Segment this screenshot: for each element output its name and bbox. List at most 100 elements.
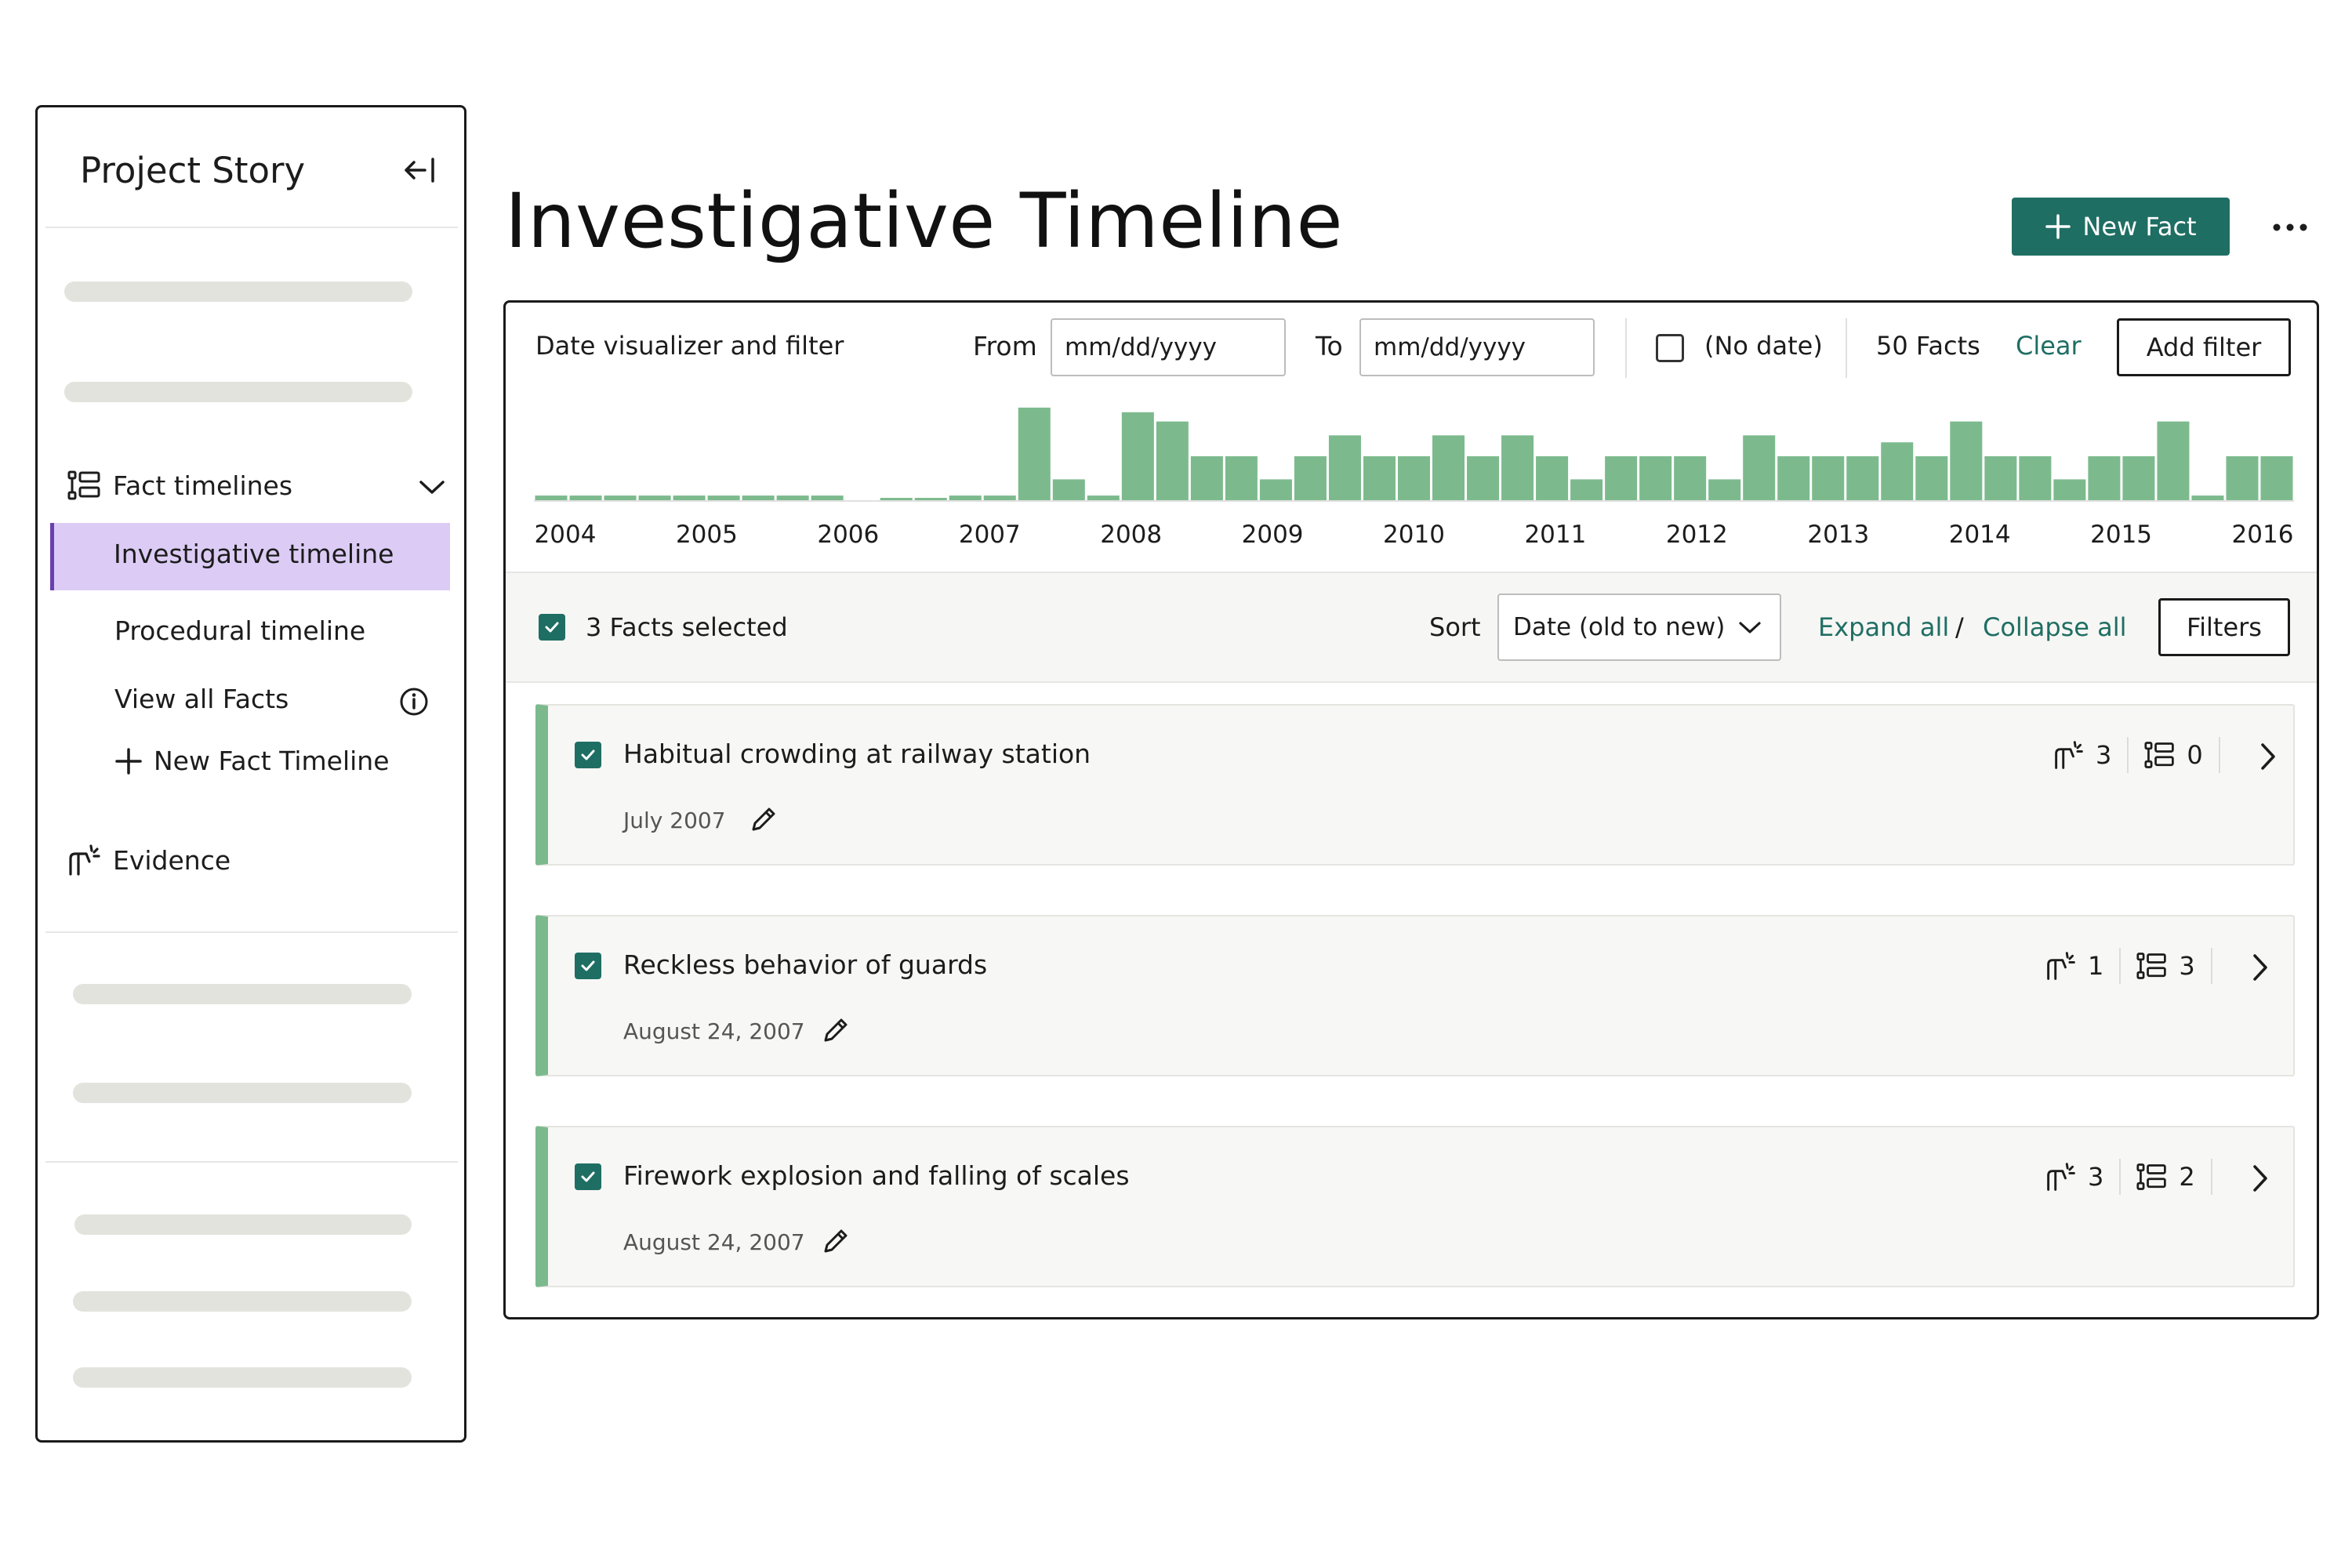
chevron-right-icon[interactable] <box>2251 1163 2270 1193</box>
histogram-bar[interactable] <box>742 495 775 500</box>
fact-card[interactable]: Firework explosion and falling of scales… <box>535 1126 2295 1287</box>
histogram-bar[interactable] <box>1190 456 1223 500</box>
histogram-bar[interactable] <box>604 495 637 500</box>
collapse-all-link[interactable]: Collapse all <box>1983 612 2127 642</box>
histogram-bar[interactable] <box>1950 421 1983 500</box>
fact-card[interactable]: Reckless behavior of guards August 24, 2… <box>535 915 2295 1076</box>
fact-checkbox[interactable] <box>575 742 601 768</box>
chevron-right-icon[interactable] <box>2259 742 2278 771</box>
histogram-year-label: 2010 <box>1383 521 1445 549</box>
fact-meta: 3 2 <box>2045 1157 2228 1196</box>
chevron-down-icon[interactable] <box>418 477 446 496</box>
histogram-bar[interactable] <box>1639 456 1672 500</box>
histogram-bar[interactable] <box>1052 479 1085 500</box>
histogram-bar[interactable] <box>1225 456 1258 500</box>
timeline-count: 2 <box>2179 1162 2195 1192</box>
clear-link[interactable]: Clear <box>2016 331 2082 361</box>
histogram-bar[interactable] <box>2019 456 2052 500</box>
histogram-bar[interactable] <box>2157 421 2190 500</box>
filters-button[interactable]: Filters <box>2158 598 2290 656</box>
from-date-input[interactable] <box>1051 318 1286 376</box>
timeline-icon <box>67 470 102 501</box>
sidebar-section-fact-timelines[interactable]: Fact timelines <box>67 470 292 501</box>
histogram-bar[interactable] <box>1328 435 1361 500</box>
edit-icon[interactable] <box>821 1014 852 1045</box>
histogram-bar[interactable] <box>1087 495 1120 500</box>
to-date-input[interactable] <box>1359 318 1595 376</box>
check-icon <box>581 750 595 760</box>
histogram-bar[interactable] <box>1501 435 1534 500</box>
histogram-bar[interactable] <box>1846 456 1879 500</box>
histogram-bar[interactable] <box>1777 456 1810 500</box>
chevron-right-icon[interactable] <box>2251 953 2270 982</box>
histogram-bar[interactable] <box>949 495 982 500</box>
sidebar-item-procedural-timeline[interactable]: Procedural timeline <box>114 615 365 646</box>
histogram-bar[interactable] <box>2226 456 2259 500</box>
timeline-count: 0 <box>2187 740 2203 770</box>
edit-icon[interactable] <box>821 1225 852 1256</box>
histogram-bar[interactable] <box>1708 479 1741 500</box>
histogram-bar[interactable] <box>1570 479 1603 500</box>
histogram-bar[interactable] <box>1294 456 1327 500</box>
sidebar-section-label: Fact timelines <box>113 470 293 501</box>
new-fact-timeline-button[interactable]: New Fact Timeline <box>114 746 390 776</box>
histogram-bar[interactable] <box>914 498 947 500</box>
histogram-bar[interactable] <box>1812 456 1845 500</box>
histogram-bar[interactable] <box>1018 407 1051 500</box>
expand-all-link[interactable]: Expand all <box>1818 612 1949 642</box>
no-date-label: (No date) <box>1704 331 1823 361</box>
histogram-bar[interactable] <box>983 495 1016 500</box>
histogram-bar[interactable] <box>1915 456 1948 500</box>
histogram-bar[interactable] <box>811 495 844 500</box>
fact-title: Firework explosion and falling of scales <box>623 1160 1130 1191</box>
fact-title: Reckless behavior of guards <box>623 949 988 980</box>
sidebar-item-view-all-facts[interactable]: View all Facts <box>114 684 289 714</box>
histogram-bar[interactable] <box>1467 456 1500 500</box>
histogram-bar[interactable] <box>1397 456 1431 500</box>
new-fact-button[interactable]: New Fact <box>2012 198 2230 256</box>
histogram-bar[interactable] <box>569 495 602 500</box>
fact-checkbox[interactable] <box>575 953 601 979</box>
info-icon[interactable] <box>398 686 430 717</box>
histogram-bar[interactable] <box>1536 456 1569 500</box>
histogram-bar[interactable] <box>1259 479 1292 500</box>
histogram-bar[interactable] <box>1363 456 1396 500</box>
histogram-bar[interactable] <box>638 495 671 500</box>
sidebar-item-investigative-timeline[interactable]: Investigative timeline <box>50 523 450 590</box>
sidebar-section-evidence[interactable]: Evidence <box>67 843 230 877</box>
histogram-bar[interactable] <box>707 495 740 500</box>
histogram-bar[interactable] <box>1605 456 1638 500</box>
histogram-bar[interactable] <box>1984 456 2017 500</box>
edit-icon[interactable] <box>749 803 780 834</box>
select-all-checkbox[interactable] <box>539 614 565 641</box>
sidebar-section-label: Evidence <box>113 844 231 876</box>
from-label: From <box>973 331 1037 361</box>
histogram-bar[interactable] <box>2260 456 2293 500</box>
fact-checkbox[interactable] <box>575 1163 601 1190</box>
histogram-bar[interactable] <box>2053 479 2086 500</box>
add-filter-button[interactable]: Add filter <box>2117 318 2291 376</box>
evidence-count: 3 <box>2096 740 2112 770</box>
histogram-bar[interactable] <box>2088 456 2121 500</box>
histogram-bar[interactable] <box>2191 495 2224 500</box>
histogram-bar[interactable] <box>1881 442 1914 500</box>
histogram-bar[interactable] <box>1743 435 1776 500</box>
histogram-bar[interactable] <box>1121 412 1154 500</box>
histogram-bar[interactable] <box>1432 435 1465 500</box>
new-fact-timeline-label: New Fact Timeline <box>154 746 390 776</box>
histogram-bar[interactable] <box>776 495 809 500</box>
collapse-sidebar-icon[interactable] <box>401 154 437 186</box>
more-icon[interactable] <box>2270 212 2310 243</box>
histogram-bar[interactable] <box>2122 456 2155 500</box>
histogram-bar[interactable] <box>535 495 568 500</box>
selected-count: 3 Facts selected <box>586 612 788 642</box>
page-title: Investigative Timeline <box>505 177 1344 265</box>
histogram-bar[interactable] <box>1674 456 1707 500</box>
date-histogram[interactable]: 2004 2005 2006 2007 2008 2009 2010 2011 2012 2013… <box>534 397 2294 554</box>
histogram-bar[interactable] <box>1156 421 1189 500</box>
sort-select[interactable]: Date (old to new) <box>1497 593 1781 661</box>
histogram-bar[interactable] <box>880 498 913 500</box>
no-date-checkbox[interactable] <box>1656 334 1684 362</box>
histogram-bar[interactable] <box>673 495 706 500</box>
fact-card[interactable]: Habitual crowding at railway station Jul… <box>535 704 2295 866</box>
